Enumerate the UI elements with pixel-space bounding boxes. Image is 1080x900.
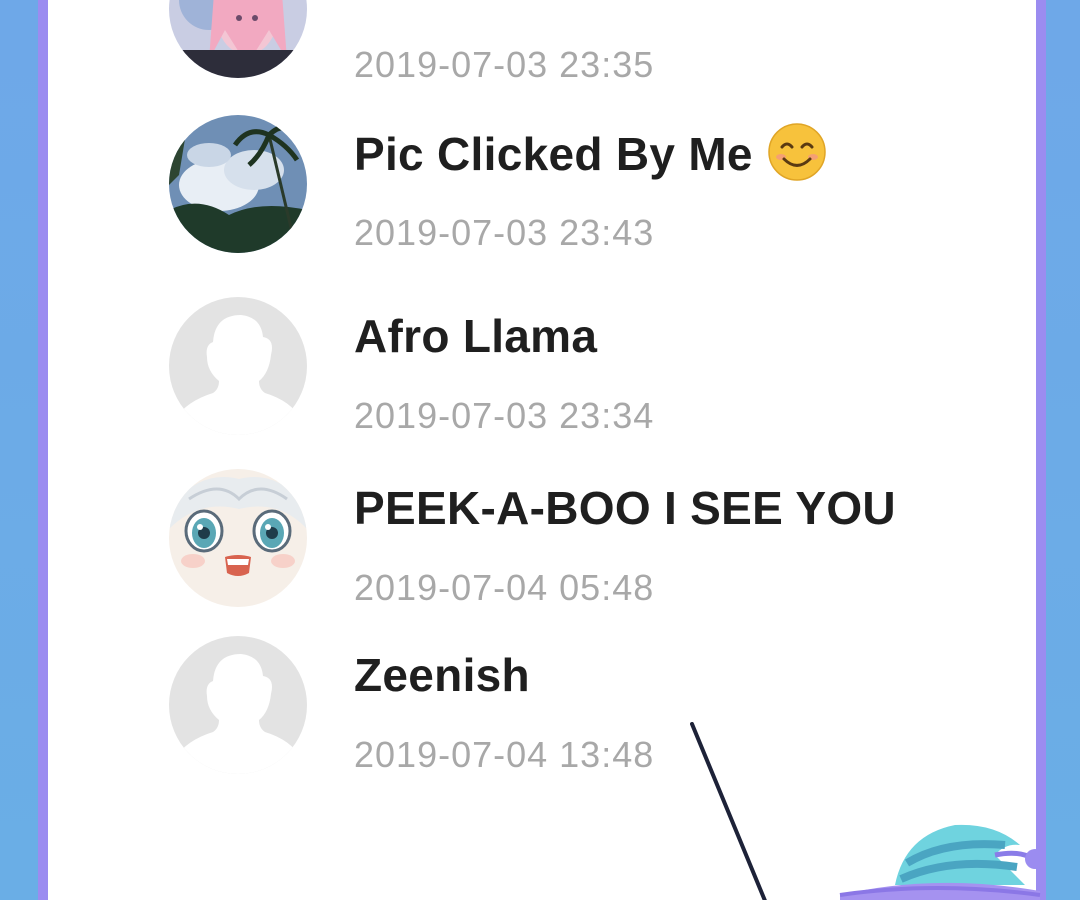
contact-row[interactable]: PEEK-A-BOO I SEE YOU 2019-07-04 05:48 [48, 469, 1036, 619]
contact-time: 2019-07-03 23:34 [354, 395, 655, 436]
default-avatar-icon[interactable] [169, 297, 307, 435]
contact-name: Afro Llama [354, 310, 598, 362]
contact-name: xXdilolabirthXx [354, 0, 693, 6]
contact-name-text: Pic Clicked By Me [354, 128, 753, 180]
contact-time: 2019-07-03 23:35 [354, 44, 655, 85]
smiling-face-emoji-icon [767, 122, 827, 182]
contact-row[interactable]: Afro Llama 2019-07-03 23:34 [48, 297, 1036, 447]
contact-name: PEEK-A-BOO I SEE YOU [354, 482, 896, 534]
contact-name: Pic Clicked By Me [354, 123, 827, 188]
contact-name: Zeenish [354, 649, 530, 701]
default-avatar-icon[interactable] [169, 636, 307, 774]
avatar-palm-tree-photo-icon[interactable] [169, 115, 307, 253]
avatar-anime-face-icon[interactable] [169, 469, 307, 607]
contact-time: 2019-07-03 23:43 [354, 212, 655, 253]
contact-row[interactable]: Pic Clicked By Me 2019-07-03 23:43 [48, 115, 1036, 265]
contact-list-panel: xXdilolabirthXx 2019-07-03 23:35 Pic Cli… [48, 0, 1036, 900]
contact-row[interactable]: Zeenish 2019-07-04 13:48 [48, 636, 1036, 786]
contact-row[interactable]: xXdilolabirthXx 2019-07-03 23:35 [48, 0, 1036, 90]
wizard-hat-icon [839, 824, 1045, 900]
magic-wand-icon [690, 722, 767, 900]
contact-time: 2019-07-04 05:48 [354, 567, 655, 608]
contact-time: 2019-07-04 13:48 [354, 734, 655, 775]
avatar-anime-girl-icon[interactable] [169, 0, 307, 78]
